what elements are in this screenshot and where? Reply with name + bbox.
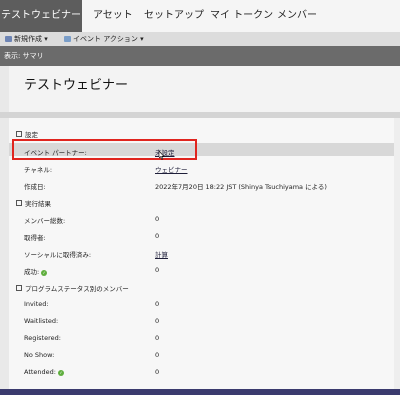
event-actions-label: イベント アクション [73,35,138,43]
label-success: 成功: [24,268,40,276]
tab-test-webinar[interactable]: テストウェビナー [0,0,82,32]
top-tab-bar: テストウェビナー アセット セットアップ マイ トークン メンバー [0,0,400,33]
view-bar: 表示: サマリ [0,46,400,66]
event-actions-button[interactable]: イベント アクション ▾ [64,32,144,46]
collapse-icon [16,285,22,291]
acquired-value: 0 [155,232,160,240]
collapse-icon [16,200,22,206]
new-icon [5,36,12,42]
social-calculate-link[interactable]: 計算 [155,249,168,259]
total-members-value: 0 [155,215,160,223]
bottom-bar [0,389,400,395]
label-no-show: No Show: [24,351,55,359]
event-actions-icon [64,36,71,42]
success-value: 0 [155,266,160,274]
mouse-cursor-icon [159,151,165,160]
label-channel: チャネル: [24,166,53,174]
section-program-status-header[interactable]: プログラムステータス別のメンバー [16,283,129,293]
invited-value: 0 [155,300,160,308]
success-row: 成功: ✓ [24,266,48,276]
section-program-status-heading: プログラムステータス別のメンバー [25,285,129,293]
label-invited: Invited: [24,300,49,308]
attended-value: 0 [155,368,160,376]
label-waitlisted: Waitlisted: [24,317,59,325]
label-acquired: 取得者: [24,234,46,242]
section-settings-heading: 設定 [25,131,38,139]
registered-value: 0 [155,334,160,342]
scrollbar[interactable] [394,118,400,389]
label-total-members: メンバー総数: [24,217,66,225]
section-results-heading: 実行結果 [25,200,51,208]
tab-members[interactable]: メンバー [277,0,317,32]
label-created: 作成日: [24,183,46,191]
new-button-label: 新規作成 [14,35,42,43]
new-button[interactable]: 新規作成 ▾ [5,32,48,46]
label-social-acquired: ソーシャルに取得済み: [24,251,92,259]
collapse-icon [16,131,22,137]
tab-assets[interactable]: アセット [93,0,133,32]
check-icon: ✓ [41,270,48,276]
highlight-box [12,139,197,160]
tab-my-tokens[interactable]: マイ トークン [210,0,273,32]
page-title: テストウェビナー [24,78,129,93]
attended-row: Attended: ✓ [24,368,64,376]
tab-setup[interactable]: セットアップ [144,0,204,32]
title-panel: テストウェビナー [9,66,400,112]
created-value: 2022年7月20日 18:22 JST (Shinya Tsuchiyama … [155,183,327,191]
section-results-header[interactable]: 実行結果 [16,198,51,208]
view-label[interactable]: 表示: サマリ [4,52,44,60]
channel-link[interactable]: ウェビナー [155,164,188,174]
label-attended: Attended: [24,368,56,376]
waitlisted-value: 0 [155,317,160,325]
label-registered: Registered: [24,334,61,342]
toolbar: 新規作成 ▾ イベント アクション ▾ [0,32,400,46]
no-show-value: 0 [155,351,160,359]
check-icon: ✓ [58,370,64,376]
section-settings-header[interactable]: 設定 [16,129,38,139]
